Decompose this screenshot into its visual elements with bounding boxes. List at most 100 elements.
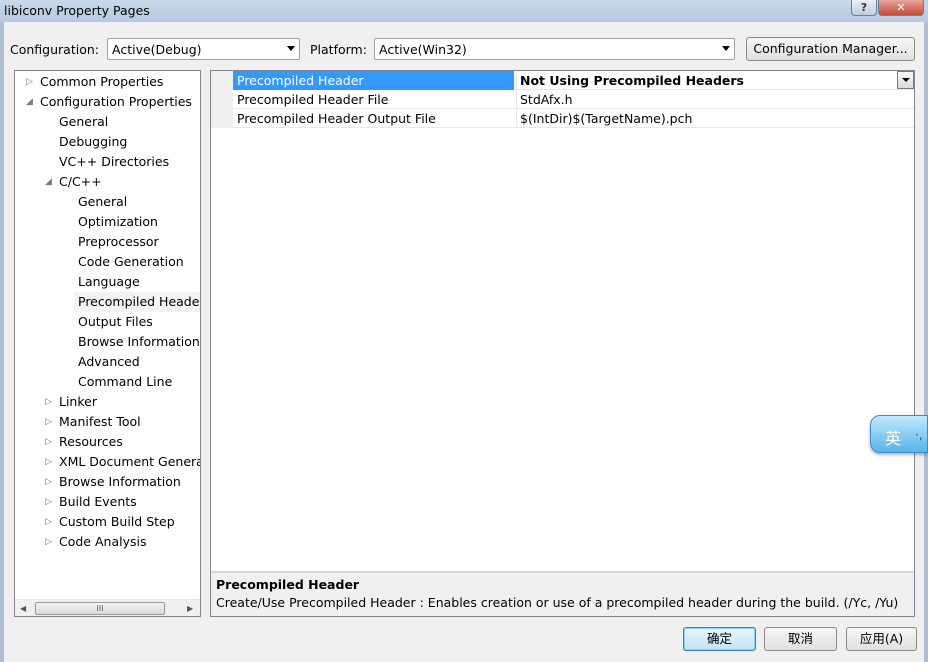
tree-item-label: Debugging [59,134,128,149]
dropdown-arrow-icon[interactable] [897,71,914,89]
property-name: Precompiled Header Output File [237,111,436,126]
ok-button[interactable]: 确定 [683,627,756,651]
property-value[interactable]: $(IntDir)$(TargetName).pch [516,109,914,128]
property-tree[interactable]: ▷ Common Properties ◢ Configuration Propert… [14,70,201,617]
chevron-down-icon [722,46,730,51]
platform-combo[interactable]: Active(Win32) [374,38,735,60]
tree-item[interactable]: General [15,112,200,132]
expand-arrow-icon[interactable]: ▷ [45,452,52,472]
tree-item[interactable]: ▷ Browse Information [15,472,200,492]
configuration-label: Configuration: [10,42,99,57]
tree-item[interactable]: Output Files [15,312,200,332]
expand-arrow-icon[interactable]: ▷ [26,72,33,92]
tree-item[interactable]: Preprocessor [15,232,200,252]
tree-item[interactable]: ◢ C/C++ [15,172,200,192]
tree-item-label: Output Files [78,314,153,329]
scrollbar-thumb[interactable]: III [35,602,165,615]
expand-arrow-icon[interactable]: ▷ [45,412,52,432]
tree-item[interactable]: ▷ Code Analysis [15,532,200,552]
expand-arrow-icon[interactable]: ▷ [45,432,52,452]
close-button[interactable]: ✕ [878,0,924,16]
tree-item[interactable]: Optimization [15,212,200,232]
description-title: Precompiled Header [216,577,360,592]
tree-item[interactable]: General [15,192,200,212]
property-value-text: StdAfx.h [520,92,573,107]
tree-item[interactable]: ◢ Configuration Properties [15,92,200,112]
tree-item-label: Browse Information [59,474,181,489]
close-icon: ✕ [896,1,906,14]
configuration-combo[interactable]: Active(Debug) [107,38,300,60]
tree-item-label: Browse Information [78,334,200,349]
tree-item-label: Advanced [78,354,140,369]
ime-toolbar[interactable]: 英 ·, [870,415,928,453]
tree-item-label: Code Generation [78,254,184,269]
tree-item-label: Custom Build Step [59,514,175,529]
collapse-arrow-icon[interactable]: ◢ [26,92,33,112]
horizontal-scrollbar[interactable]: ◀ III ▶ [15,599,200,616]
tree-item[interactable]: VC++ Directories [15,152,200,172]
ime-punctuation-icon: ·, [915,428,923,442]
tree-item[interactable]: Code Generation [15,252,200,272]
expand-arrow-icon[interactable]: ▷ [45,492,52,512]
tree-item-label: Build Events [59,494,137,509]
property-name: Precompiled Header File [237,92,389,107]
grid-gutter [211,71,233,128]
tree-item[interactable]: ▷ Custom Build Step [15,512,200,532]
expand-arrow-icon[interactable]: ▷ [45,512,52,532]
grip-icon: III [96,604,104,613]
property-row[interactable]: Precompiled Header File StdAfx.h [233,90,914,109]
apply-button[interactable]: 应用(A) [846,627,917,651]
property-value-text: $(IntDir)$(TargetName).pch [520,111,693,126]
tree-item-label: Optimization [78,214,158,229]
tree-item[interactable]: ▷ XML Document Generat [15,452,200,472]
window-title: libiconv Property Pages [4,3,150,18]
tree-item[interactable]: ▷ Common Properties [15,72,200,92]
tree-item[interactable]: Browse Information [15,332,200,352]
tree-item-label: XML Document Generat [59,454,201,469]
platform-value: Active(Win32) [379,42,467,57]
tree-item-label: Common Properties [40,74,164,89]
tree-item[interactable]: ▷ Manifest Tool [15,412,200,432]
cancel-button[interactable]: 取消 [764,627,837,651]
tree-item[interactable]: Advanced [15,352,200,372]
tree-item-label: General [78,194,128,209]
property-grid: Precompiled Header Not Using Precompiled … [210,70,915,617]
chevron-down-icon [287,46,295,51]
tree-item-label: Preprocessor [78,234,159,249]
description-text: Create/Use Precompiled Header : Enables … [216,595,899,610]
tree-item-label: Code Analysis [59,534,147,549]
expand-arrow-icon[interactable]: ▷ [45,392,52,412]
property-value[interactable]: StdAfx.h [516,90,914,109]
tree-item[interactable]: Debugging [15,132,200,152]
property-row[interactable]: Precompiled Header Output File $(IntDir)$… [233,109,914,128]
description-panel: Precompiled Header Create/Use Precompile… [211,571,914,616]
tree-item-label: Manifest Tool [59,414,141,429]
scroll-left-icon[interactable]: ◀ [20,600,26,616]
tree-item[interactable]: ▷ Linker [15,392,200,412]
tree-item-label: VC++ Directories [59,154,170,169]
tree-item-label: Precompiled Header [78,294,201,309]
collapse-arrow-icon[interactable]: ◢ [45,172,52,192]
scroll-right-icon[interactable]: ▶ [187,600,193,616]
tree-item-label: Linker [59,394,97,409]
help-button[interactable]: ? [851,0,877,16]
tree-item[interactable]: ▷ Build Events [15,492,200,512]
tree-item[interactable]: ▷ Resources [15,432,200,452]
property-name: Precompiled Header [233,71,514,90]
tree-item-label: Configuration Properties [40,94,192,109]
help-icon: ? [860,1,868,14]
tree-item[interactable]: Language [15,272,200,292]
configuration-value: Active(Debug) [112,42,202,57]
tree-item[interactable]: Command Line [15,372,200,392]
platform-label: Platform: [310,42,367,57]
expand-arrow-icon[interactable]: ▷ [45,472,52,492]
expand-arrow-icon[interactable]: ▷ [45,532,52,552]
dialog-body: Configuration: Active(Debug) Platform: A… [4,22,924,662]
property-row[interactable]: Precompiled Header Not Using Precompiled … [233,71,914,90]
property-value[interactable]: Not Using Precompiled Headers [516,71,914,90]
tree-item-label: Language [78,274,140,289]
tree-item[interactable]: Precompiled Header [74,292,201,312]
tree-item-label: Resources [59,434,123,449]
tree-item-label: General [59,114,109,129]
configuration-manager-button[interactable]: Configuration Manager... [746,37,915,61]
